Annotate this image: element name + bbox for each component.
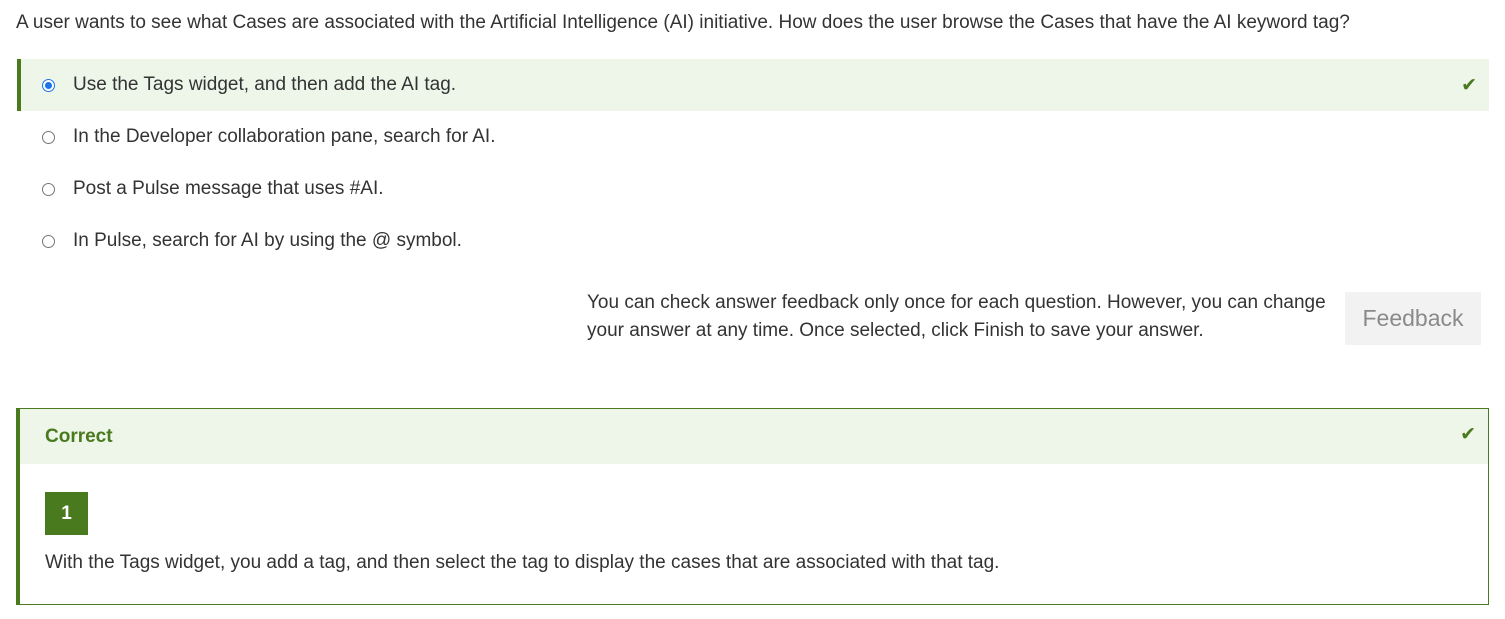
feedback-note: You can check answer feedback only once …	[587, 292, 1326, 341]
check-icon: ✔	[1460, 424, 1476, 445]
answer-number-badge: 1	[45, 492, 88, 535]
quiz-page: A user wants to see what Cases are assoc…	[0, 0, 1505, 619]
question-text: A user wants to see what Cases are assoc…	[16, 12, 1350, 33]
answer-options: Use the Tags widget, and then add the AI…	[17, 59, 1489, 267]
result-panel: Correct ✔ 1 With the Tags widget, you ad…	[16, 408, 1489, 605]
answer-option-1[interactable]: Use the Tags widget, and then add the AI…	[17, 59, 1489, 111]
answer-option-label: Use the Tags widget, and then add the AI…	[73, 74, 457, 95]
result-header: Correct ✔	[20, 409, 1488, 464]
answer-option-label: Post a Pulse message that uses #AI.	[73, 178, 384, 199]
answer-option-4[interactable]: In Pulse, search for AI by using the @ s…	[17, 215, 1489, 267]
answer-option-2[interactable]: In the Developer collaboration pane, sea…	[17, 111, 1489, 163]
answer-option-label: In Pulse, search for AI by using the @ s…	[73, 230, 462, 251]
check-icon: ✔	[1461, 74, 1477, 96]
result-title: Correct	[45, 426, 113, 447]
radio-selected-icon[interactable]	[42, 78, 55, 92]
feedback-button[interactable]: Feedback	[1345, 292, 1481, 345]
radio-icon[interactable]	[42, 130, 55, 144]
result-explanation: With the Tags widget, you add a tag, and…	[45, 552, 1000, 573]
radio-icon[interactable]	[42, 182, 55, 196]
answer-option-label: In the Developer collaboration pane, sea…	[73, 126, 496, 147]
radio-icon[interactable]	[42, 234, 55, 248]
answer-option-3[interactable]: Post a Pulse message that uses #AI.	[17, 163, 1489, 215]
